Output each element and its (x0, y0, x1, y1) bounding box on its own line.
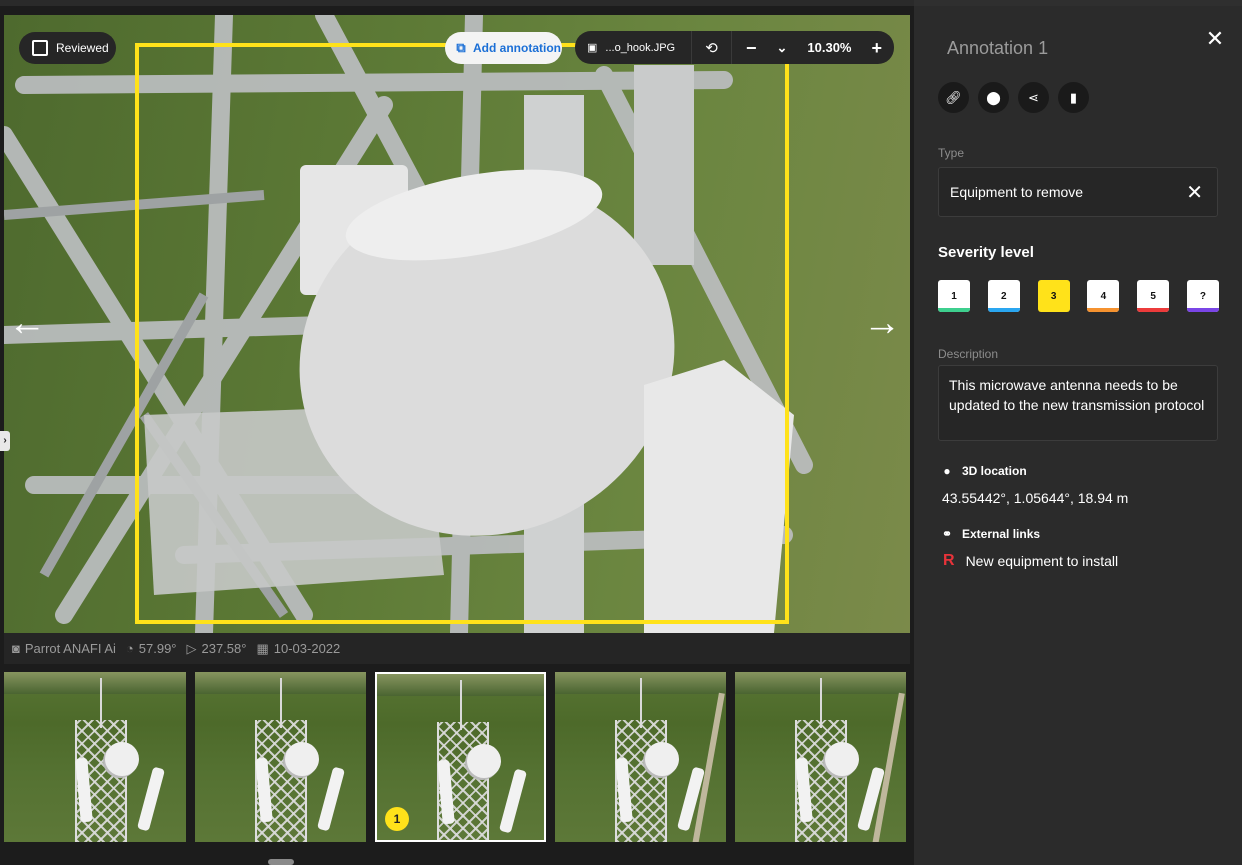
severity-button-2[interactable]: 2 (987, 280, 1020, 312)
thumbnail-selected[interactable]: 1 (375, 672, 546, 842)
thumbnail[interactable] (195, 672, 366, 842)
severity-label: 1 (951, 290, 957, 302)
location-label: 3D location (962, 464, 1027, 478)
zoom-out-button[interactable]: − (746, 39, 757, 57)
date-info: ▦ 10-03-2022 (256, 641, 340, 657)
image-viewer: Reviewed ⧉ Add annotation ▣ ...o_hook.JP… (0, 0, 914, 865)
external-link-text: New equipment to install (965, 553, 1119, 569)
location-pin-icon[interactable]: ⬤ (978, 82, 1009, 113)
pitch-info: ◔ 57.99° (126, 641, 177, 656)
type-select[interactable]: Equipment to remove ✕ (938, 167, 1218, 217)
image-icon: ▣ (587, 42, 598, 54)
next-image-button[interactable]: → (862, 303, 902, 343)
calendar-icon: ▦ (256, 640, 269, 656)
severity-title: Severity level (938, 244, 1034, 261)
heading-value: 237.58° (201, 641, 247, 656)
add-annotation-icon: ⧉ (456, 40, 466, 55)
pitch-icon: ◔ (125, 641, 134, 656)
severity-button-5[interactable]: 5 (1137, 280, 1170, 312)
type-value: Equipment to remove (950, 184, 1084, 200)
thumbnail[interactable] (15, 672, 186, 842)
severity-color-bar (987, 308, 1020, 312)
annotation-panel: Annotation 1 ✕ 🔗︎ ⬤ ⋖ ▮ Type Equipment t… (914, 0, 1242, 865)
link-icon: ⚭ (941, 527, 953, 541)
annotation-count-badge: 1 (385, 807, 409, 831)
sync-icon: ⟲ (705, 39, 718, 57)
severity-color-bar (1137, 308, 1170, 312)
thumbnail[interactable] (4, 672, 15, 842)
severity-color-bar (1087, 308, 1120, 312)
severity-button-unknown[interactable]: ? (1186, 280, 1219, 312)
severity-button-4[interactable]: 4 (1087, 280, 1120, 312)
annotation-bounding-box[interactable] (135, 43, 789, 624)
heading-icon: ▷ (186, 640, 197, 656)
severity-label: 3 (1050, 290, 1057, 302)
location-pin-icon: ● (943, 464, 951, 478)
link-icon[interactable]: 🔗︎ (938, 82, 969, 113)
severity-label: 4 (1100, 290, 1107, 302)
share-icon[interactable]: ⋖ (1018, 82, 1049, 113)
external-link[interactable]: R New equipment to install (943, 552, 1118, 570)
description-field[interactable]: This microwave antenna needs to be updat… (938, 365, 1218, 441)
zoom-level: 10.30% (807, 40, 852, 55)
description-label: Description (938, 347, 999, 361)
reviewed-label: Reviewed (56, 41, 109, 55)
zoom-dropdown-icon[interactable]: ⌄ (777, 40, 788, 56)
camera-info: ◙ Parrot ANAFI Ai (12, 641, 116, 656)
type-label: Type (938, 146, 965, 160)
previous-image-button[interactable]: ← (7, 303, 47, 343)
viewer-toolbar: ▣ ...o_hook.JPG ⟲ − ⌄ 10.30% + (575, 31, 894, 64)
link-source-icon: R (943, 552, 955, 569)
severity-label: 5 (1150, 290, 1156, 302)
severity-button-1[interactable]: 1 (938, 280, 970, 312)
file-name-chip[interactable]: ▣ ...o_hook.JPG (575, 31, 692, 64)
severity-selector: 1 2 3 4 5? (938, 280, 1219, 312)
add-annotation-button[interactable]: ⧉ Add annotation (445, 32, 562, 64)
trash-icon[interactable]: ▮ (1058, 82, 1089, 113)
location-header: ● 3D location (941, 464, 1027, 478)
inspection-photo[interactable] (4, 15, 910, 633)
date-value: 10-03-2022 (273, 641, 341, 656)
heading-info: ▷ 237.58° (187, 641, 247, 657)
severity-label: ? (1199, 290, 1207, 302)
zoom-in-button[interactable]: + (871, 39, 882, 57)
pitch-value: 57.99° (138, 641, 177, 656)
severity-color-bar (938, 308, 970, 312)
thumbnail[interactable] (735, 672, 906, 842)
location-value: 43.55442°, 1.05644°, 18.94 m (942, 490, 1129, 506)
clear-type-icon[interactable]: ✕ (1186, 180, 1203, 205)
severity-button-3[interactable]: 3 (1037, 280, 1070, 312)
app: Reviewed ⧉ Add annotation ▣ ...o_hook.JP… (0, 0, 1242, 865)
severity-label: 2 (1001, 290, 1007, 302)
thumbnail[interactable] (555, 672, 726, 842)
panel-title: Annotation 1 (947, 38, 1049, 58)
reviewed-checkbox[interactable] (32, 40, 48, 56)
camera-name: Parrot ANAFI Ai (24, 641, 116, 656)
sync-view-button[interactable]: ⟲ (692, 31, 732, 64)
expand-sidebar-chevron-icon[interactable]: › (0, 431, 10, 451)
close-icon[interactable]: ✕ (1202, 26, 1228, 52)
image-metadata-bar: ◙ Parrot ANAFI Ai ◔ 57.99° ▷ 237.58° ▦ 1… (4, 633, 910, 664)
links-label: External links (962, 527, 1041, 541)
thumbnail-scrollbar[interactable] (268, 859, 294, 865)
add-annotation-label: Add annotation (473, 41, 561, 55)
severity-color-bar (1186, 308, 1219, 312)
annotation-actions: 🔗︎ ⬤ ⋖ ▮ (938, 82, 1089, 113)
file-name: ...o_hook.JPG (605, 41, 676, 54)
links-header: ⚭ External links (941, 527, 1040, 541)
camera-icon: ◙ (12, 641, 20, 656)
zoom-controls: − ⌄ 10.30% + (732, 31, 894, 64)
reviewed-toggle[interactable]: Reviewed (19, 32, 116, 64)
thumbnail-strip[interactable]: 1 (4, 666, 910, 848)
